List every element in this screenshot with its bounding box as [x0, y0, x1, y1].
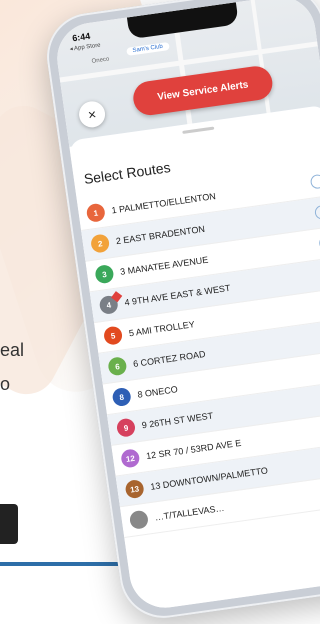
route-badge: 2 [89, 233, 111, 254]
route-badge [128, 509, 150, 530]
route-badge: 5 [102, 325, 124, 346]
background-text-line2: o [0, 374, 11, 394]
status-time: 6:44 [71, 30, 91, 44]
background-text-line1: eal [0, 340, 25, 360]
route-badge: 6 [107, 356, 128, 377]
phone-mockup: 6:44 ◂ App Store Oneco Sam's Club × View… [41, 0, 320, 624]
map-label-sams-club: Sam's Club [126, 42, 170, 56]
route-badge: 3 [94, 264, 115, 285]
close-icon: × [86, 105, 98, 123]
route-badge: 8 [111, 386, 132, 408]
route-badge: 12 [120, 448, 141, 469]
route-badge: 1 [85, 202, 106, 223]
map-label-oneco: Oneco [91, 56, 110, 65]
route-selection-sheet: Select Routes 11 PALMETTO/ELLENTON 2 2 EAS… [68, 104, 320, 613]
route-badge: 13 [124, 478, 145, 500]
route-badge: 9 [115, 417, 137, 438]
background-button-edge[interactable] [0, 504, 18, 544]
sheet-title: Select Routes [82, 159, 172, 188]
phone-screen: 6:44 ◂ App Store Oneco Sam's Club × View… [52, 0, 320, 613]
sheet-drag-handle[interactable] [182, 126, 215, 134]
